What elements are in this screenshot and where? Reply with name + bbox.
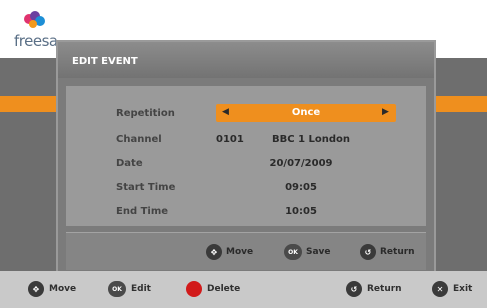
date-value: 20/07/2009 (269, 158, 333, 169)
dialog-body: Repetition ◀ Once ▶ Channel 0101 BBC 1 L… (66, 86, 426, 226)
end-time-label: End Time (116, 206, 169, 217)
delete-button[interactable]: Delete (186, 281, 240, 297)
row-repetition[interactable]: Repetition ◀ Once ▶ (66, 104, 426, 124)
repetition-label: Repetition (116, 108, 175, 119)
return-label: Return (367, 284, 402, 294)
exit-button[interactable]: ✕ Exit (432, 281, 472, 297)
exit-label: Exit (453, 284, 473, 294)
return-button[interactable]: ↺ Return (346, 281, 402, 297)
dialog-move-button[interactable]: ✥ Move (206, 244, 253, 260)
freesat-logo-mark-icon (24, 11, 45, 28)
end-time-value: 10:05 (285, 206, 317, 217)
dialog-move-label: Move (226, 247, 254, 257)
delete-label: Delete (207, 284, 241, 294)
row-end-time[interactable]: End Time 10:05 (66, 202, 426, 222)
dialog-return-button[interactable]: ↺ Return (360, 244, 415, 260)
dialog-footer: ✥ Move OK Save ↺ Return (66, 232, 426, 270)
exit-icon: ✕ (432, 281, 448, 297)
return-icon: ↺ (360, 244, 376, 260)
channel-number: 0101 (216, 134, 244, 145)
return-icon: ↺ (346, 281, 362, 297)
row-channel[interactable]: Channel 0101 BBC 1 London (66, 130, 426, 150)
bottom-bar: ✥ Move OK Edit Delete ↺ Return ✕ Exit (0, 271, 487, 308)
arrow-right-icon[interactable]: ▶ (382, 107, 389, 117)
dialog-title: EDIT EVENT (58, 42, 434, 78)
ok-icon: OK (284, 244, 302, 260)
repetition-value: Once (291, 107, 321, 118)
move-icon: ✥ (206, 244, 222, 260)
channel-label: Channel (116, 134, 162, 145)
move-icon: ✥ (28, 281, 44, 297)
row-start-time[interactable]: Start Time 09:05 (66, 178, 426, 198)
dialog-save-label: Save (306, 247, 331, 257)
ok-icon: OK (108, 281, 126, 297)
red-button-icon (186, 281, 202, 297)
dialog-return-label: Return (380, 247, 415, 257)
move-label: Move (49, 284, 77, 294)
edit-label: Edit (131, 284, 151, 294)
logo-text: freesa (14, 32, 58, 50)
start-time-label: Start Time (116, 182, 176, 193)
date-label: Date (116, 158, 143, 169)
edit-event-dialog: EDIT EVENT Repetition ◀ Once ▶ Channel 0… (56, 40, 436, 276)
background-highlight-right (436, 96, 487, 112)
repetition-selector[interactable]: ◀ Once ▶ (216, 104, 396, 122)
background-highlight-left (0, 96, 62, 112)
move-button[interactable]: ✥ Move (28, 281, 76, 297)
channel-name: BBC 1 London (272, 134, 351, 145)
dialog-save-button[interactable]: OK Save (284, 244, 331, 260)
row-date[interactable]: Date 20/07/2009 (66, 154, 426, 174)
edit-button[interactable]: OK Edit (108, 281, 151, 297)
start-time-value: 09:05 (285, 182, 317, 193)
